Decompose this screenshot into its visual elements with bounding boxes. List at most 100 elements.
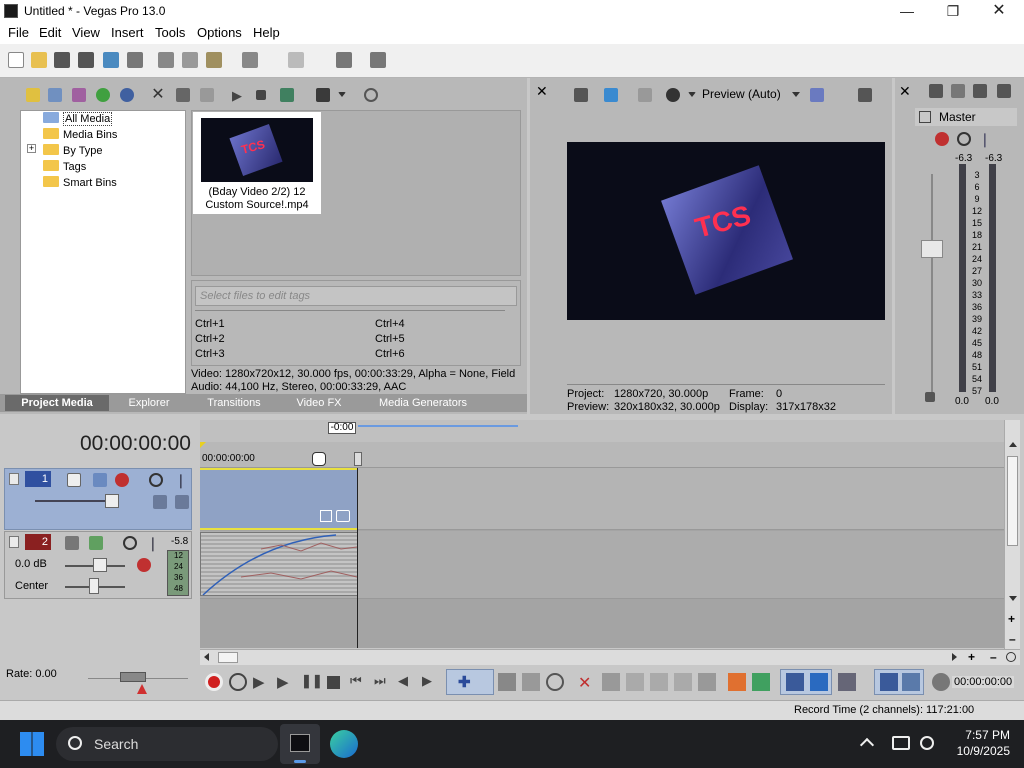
close-button[interactable]: ✕	[976, 0, 1022, 22]
menu-file[interactable]: File	[8, 25, 29, 40]
delete-icon[interactable]: ✕	[578, 673, 596, 692]
overlays-dropdown-icon[interactable]	[688, 92, 696, 97]
media-play-icon[interactable]: ▶	[232, 88, 246, 103]
mixer-icon-3[interactable]	[973, 84, 987, 98]
tree-item-smart-bins[interactable]: Smart Bins	[43, 175, 117, 191]
external-monitor-icon[interactable]	[604, 88, 618, 102]
audio-mute-icon[interactable]	[123, 536, 137, 550]
lock-icon[interactable]	[698, 673, 716, 691]
master-fx-icon[interactable]	[935, 132, 949, 146]
mixer-close-icon[interactable]: ✕	[899, 84, 913, 98]
auto-crossfade-tool-icon[interactable]	[810, 673, 828, 691]
mixer-icon-2[interactable]	[951, 84, 965, 98]
cut-icon[interactable]	[158, 52, 174, 68]
hzoom-tool-icon[interactable]	[1006, 652, 1016, 662]
trim-start-icon[interactable]	[626, 673, 644, 691]
paste-icon[interactable]	[206, 52, 222, 68]
menu-insert[interactable]: Insert	[111, 25, 144, 40]
event-fx-icon[interactable]	[336, 510, 350, 522]
save-as-icon[interactable]	[78, 52, 94, 68]
menu-tools[interactable]: Tools	[155, 25, 185, 40]
insert-region-icon[interactable]	[752, 673, 770, 691]
zoom-tool-icon[interactable]	[546, 673, 564, 691]
copy-icon[interactable]	[182, 52, 198, 68]
timeline-vscroll[interactable]: + –	[1004, 420, 1020, 656]
insert-marker-icon[interactable]	[728, 673, 746, 691]
timeline-play-icon[interactable]: ▶	[277, 673, 295, 691]
tag-shortcut-6[interactable]: Ctrl+6	[375, 348, 405, 360]
playhead-handle[interactable]	[354, 452, 362, 466]
capture-icon[interactable]	[48, 88, 62, 102]
mixer-icon-4[interactable]	[997, 84, 1011, 98]
tag-shortcut-4[interactable]: Ctrl+4	[375, 318, 405, 330]
compositing-mode-icon[interactable]	[67, 473, 81, 487]
media-item-thumbnail[interactable]: TCS (Bday Video 2/2) 12 Custom Source!.m…	[193, 112, 321, 214]
tree-item-tags[interactable]: Tags	[43, 159, 86, 175]
track-header-video[interactable]: 1 ❘	[4, 468, 192, 530]
video-event[interactable]	[200, 468, 358, 530]
event-pan-crop-icon[interactable]	[320, 510, 332, 522]
tab-project-media[interactable]: Project Media	[5, 395, 109, 411]
hscroll-right-icon[interactable]	[952, 653, 957, 661]
solo-icon[interactable]: ❘	[175, 473, 189, 487]
audio-solo-icon[interactable]: ❘	[147, 536, 161, 550]
timeline-loop-icon[interactable]	[229, 673, 247, 691]
audio-event[interactable]	[200, 532, 358, 596]
redo-icon[interactable]	[288, 52, 304, 68]
media-fx-icon[interactable]	[200, 88, 214, 102]
preview-quality-dropdown[interactable]: Preview (Auto)	[702, 87, 802, 103]
timeline-hscroll[interactable]: + –	[200, 649, 1020, 665]
master-lock-icon[interactable]	[925, 392, 935, 402]
timeline-start-icon[interactable]: ⏮	[350, 673, 368, 691]
import-media-icon[interactable]	[26, 88, 40, 102]
snapping-icon[interactable]	[786, 673, 804, 691]
trim-icon[interactable]	[602, 673, 620, 691]
menu-view[interactable]: View	[72, 25, 100, 40]
timeline-next-frame-icon[interactable]: ▶	[422, 673, 440, 691]
hzoom-out-icon[interactable]: –	[990, 650, 997, 664]
media-stop-icon[interactable]	[256, 90, 266, 100]
menu-edit[interactable]: Edit	[39, 25, 61, 40]
audio-pan-icon[interactable]	[89, 536, 103, 550]
hzoom-in-icon[interactable]: +	[968, 650, 975, 664]
new-file-icon[interactable]	[8, 52, 24, 68]
hscroll-thumb[interactable]	[218, 652, 238, 663]
render-icon[interactable]	[103, 52, 119, 68]
properties-icon[interactable]	[127, 52, 143, 68]
tag-shortcut-1[interactable]: Ctrl+1	[195, 318, 225, 330]
track-fx-icon[interactable]	[115, 473, 129, 487]
tab-explorer[interactable]: Explorer	[112, 395, 186, 411]
enable-snapping-icon[interactable]	[336, 52, 352, 68]
rate-slider-thumb[interactable]	[120, 672, 146, 682]
windows-start-icon[interactable]	[20, 732, 44, 756]
master-solo-icon[interactable]: ❘	[979, 132, 993, 146]
envelope-tool-icon[interactable]	[498, 673, 516, 691]
tree-expand-icon[interactable]: +	[27, 144, 36, 153]
overlays-icon[interactable]	[666, 88, 680, 102]
edge-taskbar-icon[interactable]	[330, 730, 358, 758]
preview-close-icon[interactable]: ✕	[536, 84, 550, 98]
auto-preview-icon[interactable]	[280, 88, 294, 102]
master-fader[interactable]	[921, 240, 943, 258]
remove-media-icon[interactable]: ✕	[151, 87, 165, 103]
minimize-button[interactable]: —	[884, 0, 930, 22]
menu-help[interactable]: Help	[253, 25, 280, 40]
vegas-taskbar-icon[interactable]	[280, 724, 320, 764]
expand-keyframes-icon[interactable]	[153, 495, 167, 509]
tab-media-generators[interactable]: Media Generators	[360, 395, 486, 411]
volume-icon[interactable]	[920, 736, 934, 750]
undo-icon[interactable]	[242, 52, 258, 68]
audio-envelope-icon[interactable]	[65, 536, 79, 550]
clock-time[interactable]: 7:57 PM	[956, 728, 1010, 742]
track-collapse-icon[interactable]	[9, 473, 19, 485]
timeline-prev-frame-icon[interactable]: ◀	[398, 673, 416, 691]
open-folder-icon[interactable]	[31, 52, 47, 68]
timeline-pause-icon[interactable]: ❚❚	[301, 673, 323, 691]
mixer-icon-1[interactable]	[929, 84, 943, 98]
trim-end-icon[interactable]	[650, 673, 668, 691]
tree-item-by-type[interactable]: By Type	[43, 143, 103, 159]
scroll-down-icon[interactable]	[1009, 596, 1017, 601]
scroll-up-icon[interactable]	[1009, 442, 1017, 447]
scroll-thumb[interactable]	[1007, 456, 1018, 546]
save-icon[interactable]	[54, 52, 70, 68]
